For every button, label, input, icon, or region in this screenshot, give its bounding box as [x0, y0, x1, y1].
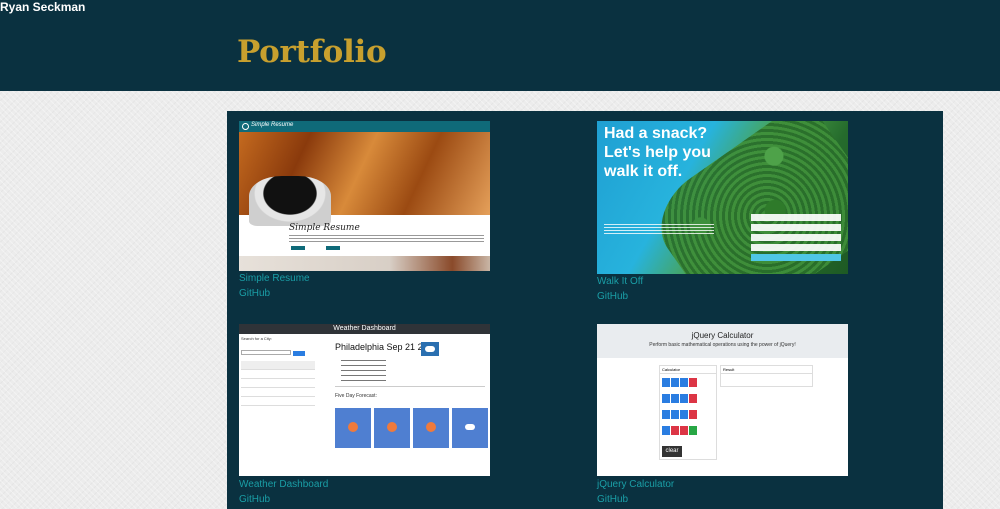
project-link-jquery-calculator[interactable]: jQuery Calculator	[597, 479, 674, 490]
thumb-result-label: Result	[721, 366, 812, 374]
sun-icon	[348, 422, 358, 432]
thumb-forecast-day	[452, 408, 488, 448]
project-link-walk-it-off[interactable]: Walk It Off	[597, 276, 643, 287]
thumb-history-item	[241, 388, 315, 397]
site-brand[interactable]: Ryan Seckman	[0, 0, 85, 14]
thumb-history-item	[241, 370, 315, 379]
project-thumbnail-weather-dashboard[interactable]: Weather Dashboard Search for a City: Phi…	[239, 324, 490, 476]
coffee-cup-image	[249, 176, 331, 226]
thumb-history-item	[241, 379, 315, 388]
thumb-search-input	[241, 350, 291, 355]
thumb-fine-print	[604, 224, 714, 236]
thumb-forecast-day	[335, 408, 371, 448]
cloud-icon	[465, 424, 475, 430]
github-link-jquery-calculator[interactable]: GitHub	[597, 494, 628, 505]
thumb-history-item	[241, 361, 315, 370]
site-header: Ryan Seckman Portfolio	[0, 0, 1000, 91]
logo-icon	[242, 123, 249, 130]
thumb-weather-main: Philadelphia Sep 21 2020 Five Day Foreca…	[321, 336, 488, 448]
thumb-clear-button: clear	[662, 446, 682, 457]
thumb-app-bar: Weather Dashboard	[239, 324, 490, 334]
thumb-weather-stats	[341, 360, 386, 382]
thumb-forecast-day	[413, 408, 449, 448]
sun-icon	[387, 422, 397, 432]
thumb-history-item	[241, 397, 315, 406]
github-link-simple-resume[interactable]: GitHub	[239, 288, 270, 299]
thumb-divider	[335, 386, 485, 387]
thumb-app-title: Weather Dashboard	[333, 325, 396, 332]
thumb-calc-label: Calculator	[660, 366, 716, 374]
thumb-headline: Had a snack? Let's help you walk it off.	[604, 125, 711, 180]
project-thumbnail-simple-resume[interactable]: Simple Resume Simple Resume	[239, 121, 490, 271]
sun-icon	[426, 422, 436, 432]
thumb-button	[326, 246, 340, 250]
thumb-result-card: Result	[720, 365, 813, 387]
github-link-walk-it-off[interactable]: GitHub	[597, 291, 628, 302]
page-title: Portfolio	[237, 34, 387, 70]
project-link-simple-resume[interactable]: Simple Resume	[239, 273, 310, 284]
thumb-calculator-card: Calculator clear	[659, 365, 717, 460]
cloud-icon	[421, 342, 439, 356]
thumb-jumbotron: jQuery Calculator Perform basic mathemat…	[597, 324, 848, 358]
thumb-body-text	[289, 235, 484, 243]
thumb-button	[291, 246, 305, 250]
project-thumbnail-walk-it-off[interactable]: Had a snack? Let's help you walk it off.	[597, 121, 848, 274]
thumb-calc-title: jQuery Calculator	[691, 331, 754, 340]
thumb-search-sidebar: Search for a City:	[239, 334, 317, 439]
thumb-navbar: Simple Resume	[239, 121, 490, 132]
thumb-nav-title: Simple Resume	[251, 122, 294, 128]
github-link-weather-dashboard[interactable]: GitHub	[239, 494, 270, 505]
thumb-signup-form	[751, 214, 841, 269]
project-link-weather-dashboard[interactable]: Weather Dashboard	[239, 479, 328, 490]
thumb-heading: Simple Resume	[289, 223, 360, 233]
thumb-search-button	[293, 351, 305, 356]
desk-image	[239, 256, 490, 271]
thumb-forecast-label: Five Day Forecast:	[335, 393, 377, 399]
thumb-calc-subtitle: Perform basic mathematical operations us…	[649, 342, 796, 348]
thumb-forecast-day	[374, 408, 410, 448]
thumb-search-label: Search for a City:	[241, 336, 272, 341]
project-thumbnail-jquery-calculator[interactable]: jQuery Calculator Perform basic mathemat…	[597, 324, 848, 476]
